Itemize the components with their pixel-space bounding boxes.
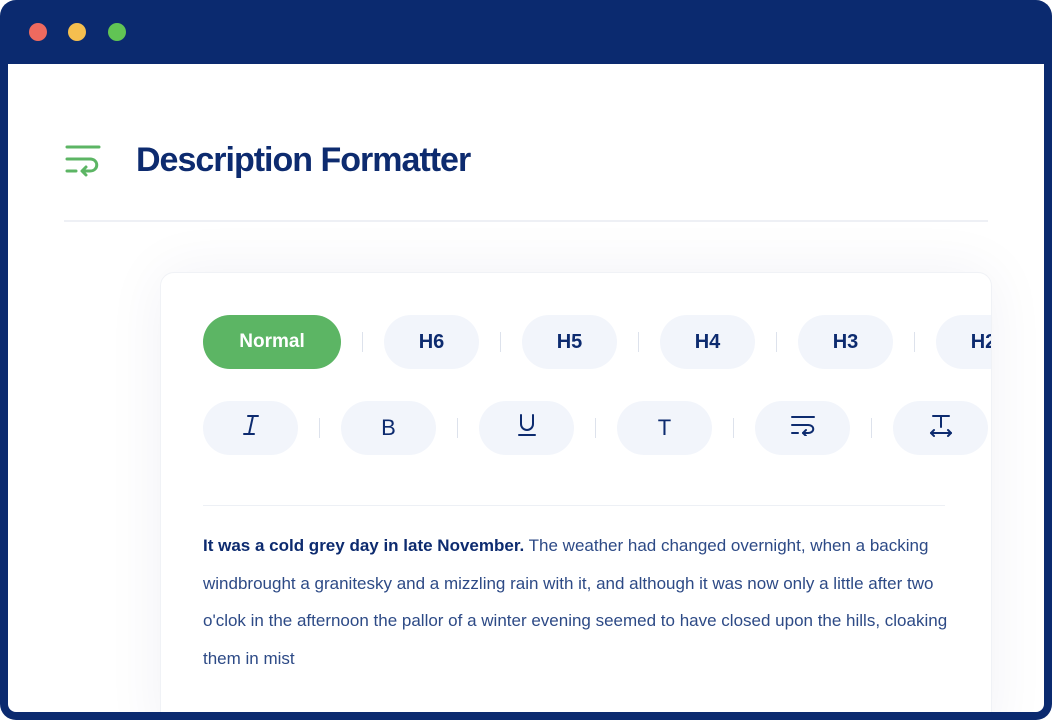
- text-wrap-icon: [64, 141, 102, 179]
- header-divider: [64, 220, 988, 222]
- toolbar-separator: [500, 332, 501, 352]
- style-toolbar: B T: [203, 401, 988, 455]
- format-h5-button[interactable]: H5: [522, 315, 617, 369]
- app-window: Description Formatter Normal H6 H5 H4 H3…: [0, 0, 1052, 720]
- bold-icon: B: [381, 415, 396, 440]
- text-width-icon: [928, 413, 954, 443]
- page-title: Description Formatter: [136, 140, 471, 179]
- format-h3-button[interactable]: H3: [798, 315, 893, 369]
- page-header: Description Formatter: [64, 124, 471, 196]
- toolbar-separator: [914, 332, 915, 352]
- editor-body-text: The weather had changed overnight, when …: [203, 536, 948, 668]
- italic-button[interactable]: [203, 401, 298, 455]
- maximize-dot[interactable]: [108, 23, 126, 41]
- text-icon: T: [657, 415, 672, 440]
- format-normal-button[interactable]: Normal: [203, 315, 341, 369]
- content-area: Description Formatter Normal H6 H5 H4 H3…: [8, 64, 1044, 712]
- underline-button[interactable]: [479, 401, 574, 455]
- toolbar-separator: [733, 418, 734, 438]
- editor-lead-sentence: It was a cold grey day in late November.: [203, 536, 525, 555]
- toolbar-separator: [457, 418, 458, 438]
- minimize-dot[interactable]: [68, 23, 86, 41]
- toolbar-separator: [776, 332, 777, 352]
- editor-divider: [203, 505, 945, 506]
- bold-button[interactable]: B: [341, 401, 436, 455]
- formatter-card: Normal H6 H5 H4 H3 H2: [160, 272, 992, 712]
- toolbar-separator: [595, 418, 596, 438]
- format-h4-button[interactable]: H4: [660, 315, 755, 369]
- text-wrap-button[interactable]: [755, 401, 850, 455]
- text-button[interactable]: T: [617, 401, 712, 455]
- text-width-button[interactable]: [893, 401, 988, 455]
- close-dot[interactable]: [29, 23, 47, 41]
- format-h6-button[interactable]: H6: [384, 315, 479, 369]
- editor-text-area[interactable]: It was a cold grey day in late November.…: [203, 527, 963, 677]
- italic-icon: [242, 414, 260, 442]
- toolbar-separator: [319, 418, 320, 438]
- format-toolbar: Normal H6 H5 H4 H3 H2: [203, 315, 991, 369]
- title-bar: [0, 0, 1052, 64]
- toolbar-separator: [871, 418, 872, 438]
- format-h2-button[interactable]: H2: [936, 315, 991, 369]
- text-wrap-icon: [790, 414, 816, 442]
- toolbar-separator: [638, 332, 639, 352]
- underline-icon: [517, 413, 537, 443]
- toolbar-separator: [362, 332, 363, 352]
